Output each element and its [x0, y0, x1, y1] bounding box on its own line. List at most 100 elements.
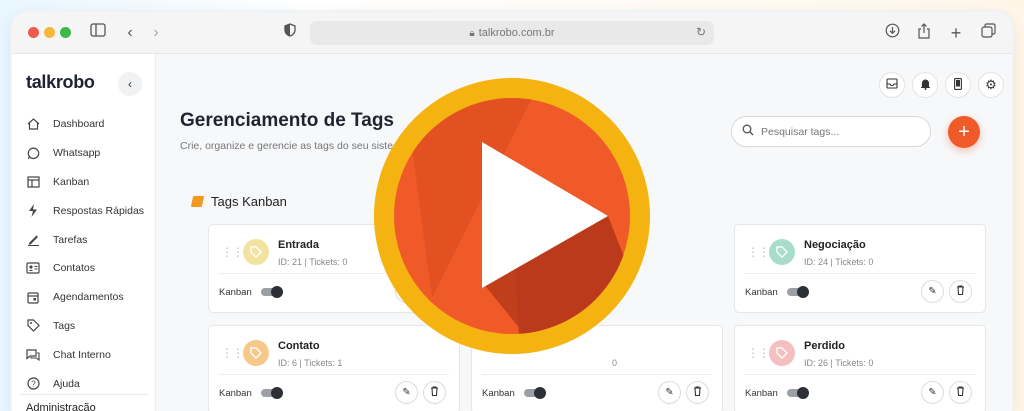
notifications-button[interactable]	[912, 72, 938, 98]
sidebar-item-label: Kanban	[53, 175, 90, 188]
delete-button[interactable]	[686, 381, 709, 404]
tag-name: Entrada	[278, 239, 319, 251]
search-box[interactable]	[731, 116, 931, 147]
pencil-icon: ✎	[402, 387, 411, 398]
lock-icon: 🔒︎	[469, 27, 475, 39]
kanban-toggle[interactable]	[787, 286, 809, 298]
phone-icon	[954, 77, 962, 93]
sidebar-item-label: Chat Interno	[53, 348, 111, 361]
whatsapp-icon	[26, 146, 40, 160]
forward-icon[interactable]: ›	[146, 23, 166, 43]
chat-icon	[26, 348, 40, 362]
contacts-icon	[26, 261, 40, 275]
drag-handle-icon[interactable]: ⋮⋮	[221, 245, 244, 259]
section-title-text: Tags Kanban	[211, 194, 287, 209]
sidebar-item-label: Tarefas	[53, 233, 88, 246]
tag-card: ⋮⋮ Negociação ID: 24 | Tickets: 0 Kanban…	[734, 224, 986, 313]
tag-meta: ID: 26 | Tickets: 0	[804, 358, 874, 368]
sidebar-item-tarefas[interactable]: Tarefas	[12, 225, 156, 254]
kanban-toggle[interactable]	[524, 387, 546, 399]
tag-name: Perdido	[804, 340, 845, 352]
video-play-button[interactable]	[372, 68, 652, 364]
gear-icon: ⚙	[985, 77, 997, 92]
share-icon[interactable]	[914, 23, 934, 43]
mobile-button[interactable]	[945, 72, 971, 98]
tag-color-icon	[769, 340, 795, 366]
trash-icon	[956, 386, 965, 399]
edit-button[interactable]: ✎	[921, 280, 944, 303]
sidebar-item-label: Ajuda	[53, 377, 80, 390]
sidebar-item-dashboard[interactable]: Dashboard	[12, 110, 156, 139]
drag-handle-icon[interactable]: ⋮⋮	[747, 245, 770, 259]
kanban-toggle[interactable]	[787, 387, 809, 399]
sidebar-item-tags[interactable]: Tags	[12, 312, 156, 341]
tag-color-icon	[769, 239, 795, 265]
sidebar-item-agendamentos[interactable]: Agendamentos	[12, 283, 156, 312]
inbox-button[interactable]	[879, 72, 905, 98]
edit-button[interactable]: ✎	[921, 381, 944, 404]
kanban-label: Kanban	[219, 388, 252, 399]
minimize-window-button[interactable]	[44, 27, 55, 38]
sidebar: talkrobo ‹ Dashboard Whatsapp Kanban Res…	[12, 54, 156, 411]
kanban-tag-icon	[190, 196, 205, 207]
search-icon	[742, 124, 754, 139]
collapse-sidebar-button[interactable]: ‹	[118, 72, 142, 96]
search-input[interactable]	[761, 125, 911, 138]
card-divider	[745, 374, 975, 375]
kanban-label: Kanban	[745, 388, 778, 399]
play-icon	[374, 78, 650, 354]
address-bar[interactable]: 🔒︎ talkrobo.com.br ↻	[310, 21, 714, 45]
edit-button[interactable]: ✎	[658, 381, 681, 404]
drag-handle-icon[interactable]: ⋮⋮	[747, 346, 770, 360]
pencil-icon: ✎	[928, 387, 937, 398]
sidebar-item-whatsapp[interactable]: Whatsapp	[12, 139, 156, 168]
tag-meta: ID: 21 | Tickets: 0	[278, 257, 348, 267]
sidebar-section-administracao[interactable]: Administração	[26, 402, 96, 411]
sidebar-item-contatos[interactable]: Contatos	[12, 254, 156, 283]
tag-name: Contato	[278, 340, 320, 352]
tag-name: Negociação	[804, 239, 866, 251]
sidebar-item-label: Whatsapp	[53, 147, 101, 160]
sidebar-toggle-icon[interactable]	[88, 23, 108, 43]
zoom-window-button[interactable]	[60, 27, 71, 38]
tag-color-icon	[243, 239, 269, 265]
kanban-label: Kanban	[745, 287, 778, 298]
top-actions: ⚙	[879, 72, 1004, 98]
edit-button[interactable]: ✎	[395, 381, 418, 404]
sidebar-divider	[20, 394, 148, 395]
reload-icon[interactable]: ↻	[696, 25, 706, 39]
kanban-toggle[interactable]	[261, 286, 283, 298]
kanban-toggle[interactable]	[261, 387, 283, 399]
tag-color-icon	[243, 340, 269, 366]
sidebar-item-chat-interno[interactable]: Chat Interno	[12, 340, 156, 369]
bell-icon	[920, 78, 931, 93]
sidebar-item-kanban[interactable]: Kanban	[12, 168, 156, 197]
kanban-icon	[26, 175, 40, 189]
sidebar-item-label: Contatos	[53, 262, 96, 275]
tag-icon	[26, 319, 40, 333]
delete-button[interactable]	[949, 280, 972, 303]
delete-button[interactable]	[949, 381, 972, 404]
trash-icon	[956, 285, 965, 298]
kanban-label: Kanban	[219, 287, 252, 298]
sidebar-item-label: Tags	[53, 319, 76, 332]
close-window-button[interactable]	[28, 27, 39, 38]
card-divider	[482, 374, 712, 375]
sidebar-item-respostas-rapidas[interactable]: Respostas Rápidas	[12, 196, 156, 225]
new-tab-icon[interactable]: +	[946, 23, 966, 43]
help-icon: ?	[26, 377, 40, 391]
tag-card: ⋮⋮ Perdido ID: 26 | Tickets: 0 Kanban ✎	[734, 325, 986, 411]
address-text: talkrobo.com.br	[478, 27, 555, 39]
home-icon	[26, 117, 40, 131]
trash-icon	[430, 386, 439, 399]
add-tag-button[interactable]: +	[948, 116, 980, 148]
download-icon[interactable]	[882, 23, 902, 43]
drag-handle-icon[interactable]: ⋮⋮	[221, 346, 244, 360]
sidebar-item-label: Dashboard	[53, 118, 105, 131]
shield-icon[interactable]	[280, 23, 300, 43]
back-icon[interactable]: ‹	[120, 23, 140, 43]
tabs-overview-icon[interactable]	[978, 23, 998, 43]
delete-button[interactable]	[423, 381, 446, 404]
settings-button[interactable]: ⚙	[978, 72, 1004, 98]
pencil-icon	[26, 233, 40, 247]
